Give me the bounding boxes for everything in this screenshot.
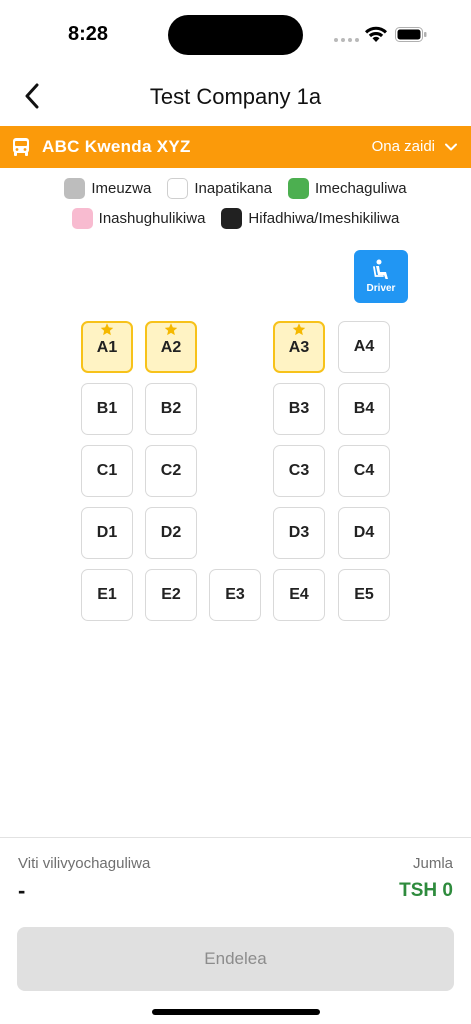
seat-b4[interactable]: B4 <box>338 383 390 435</box>
seat-label: D1 <box>96 524 118 541</box>
seat-label: A4 <box>353 338 375 355</box>
seat-label: A3 <box>288 339 310 356</box>
legend-label-processing: Inashughulikiwa <box>98 210 206 227</box>
seat-e5[interactable]: E5 <box>338 569 390 621</box>
driver-seat: Driver <box>354 250 408 303</box>
legend-reserved: Hifadhiwa/Imeshikiliwa <box>221 208 399 229</box>
legend-swatch-processing <box>71 208 93 229</box>
chevron-down-icon <box>445 143 457 150</box>
seat-label: E3 <box>225 586 245 603</box>
seat-label: C1 <box>96 462 118 479</box>
seat-b3[interactable]: B3 <box>273 383 325 435</box>
seat-label: E5 <box>354 586 374 603</box>
route-bar: ABC Kwenda XYZ Ona zaidi <box>0 126 471 168</box>
seat-d2[interactable]: D2 <box>145 507 197 559</box>
selected-seats-value: - <box>18 878 26 903</box>
seat-label: A2 <box>160 339 182 356</box>
seat-d4[interactable]: D4 <box>338 507 390 559</box>
dynamic-island <box>168 15 303 55</box>
seat-label: A1 <box>96 339 118 356</box>
route-name: ABC Kwenda XYZ <box>42 137 191 156</box>
status-bar: 8:28 <box>0 0 471 70</box>
legend-swatch-sold <box>64 178 86 199</box>
continue-button[interactable]: Endelea <box>17 927 454 991</box>
seat-label: B4 <box>353 400 375 417</box>
more-details-label: Ona zaidi <box>371 138 435 155</box>
seat-c2[interactable]: C2 <box>145 445 197 497</box>
seat-b1[interactable]: B1 <box>81 383 133 435</box>
star-icon <box>164 323 178 336</box>
status-time: 8:28 <box>68 23 109 45</box>
bus-icon <box>13 138 29 156</box>
seat-label: D3 <box>288 524 310 541</box>
seat-label: B3 <box>288 400 310 417</box>
seat-legend: Imeuzwa Inapatikana Imechaguliwa Inashug… <box>0 178 471 238</box>
selected-seats-label: Viti vilivyochaguliwa <box>18 855 151 872</box>
seat-d3[interactable]: D3 <box>273 507 325 559</box>
seat-label: E4 <box>289 586 309 603</box>
star-icon <box>100 323 114 336</box>
seat-e1[interactable]: E1 <box>81 569 133 621</box>
more-details-button[interactable]: Ona zaidi <box>372 138 457 155</box>
wifi-icon <box>365 26 387 42</box>
seat-a2[interactable]: A2 <box>145 321 197 373</box>
seat-c3[interactable]: C3 <box>273 445 325 497</box>
legend-swatch-available <box>167 178 189 199</box>
legend-selected: Imechaguliwa <box>287 178 407 199</box>
home-indicator <box>152 1009 320 1015</box>
driver-seat-icon <box>373 259 388 279</box>
total-label: Jumla <box>412 855 453 872</box>
seat-label: C4 <box>353 462 375 479</box>
seat-label: D4 <box>353 524 375 541</box>
footer-divider <box>0 837 471 838</box>
driver-label: Driver <box>366 283 396 294</box>
app-header: Test Company 1a <box>0 70 471 126</box>
star-icon <box>292 323 306 336</box>
seat-e4[interactable]: E4 <box>273 569 325 621</box>
seat-label: B2 <box>160 400 182 417</box>
legend-label-available: Inapatikana <box>194 180 272 197</box>
seat-a3[interactable]: A3 <box>273 321 325 373</box>
legend-swatch-selected <box>287 178 309 199</box>
seat-label: C3 <box>288 462 310 479</box>
seat-label: E2 <box>161 586 181 603</box>
legend-label-selected: Imechaguliwa <box>314 180 407 197</box>
seat-a1[interactable]: A1 <box>81 321 133 373</box>
seat-label: B1 <box>96 400 118 417</box>
legend-sold: Imeuzwa <box>64 178 151 199</box>
legend-processing: Inashughulikiwa <box>71 208 206 229</box>
cellular-signal-icon <box>334 38 359 42</box>
seat-label: C2 <box>160 462 182 479</box>
page-title: Test Company 1a <box>149 84 322 109</box>
seat-label: E1 <box>97 586 117 603</box>
seat-label: D2 <box>160 524 182 541</box>
seat-c4[interactable]: C4 <box>338 445 390 497</box>
seat-b2[interactable]: B2 <box>145 383 197 435</box>
total-value: TSH 0 <box>399 880 453 901</box>
seat-c1[interactable]: C1 <box>81 445 133 497</box>
seat-e3[interactable]: E3 <box>209 569 261 621</box>
seat-e2[interactable]: E2 <box>145 569 197 621</box>
legend-swatch-reserved <box>221 208 243 229</box>
seat-a4[interactable]: A4 <box>338 321 390 373</box>
legend-available: Inapatikana <box>167 178 272 199</box>
legend-label-reserved: Hifadhiwa/Imeshikiliwa <box>248 210 400 227</box>
battery-icon <box>395 27 427 42</box>
legend-label-sold: Imeuzwa <box>91 180 152 197</box>
seat-d1[interactable]: D1 <box>81 507 133 559</box>
